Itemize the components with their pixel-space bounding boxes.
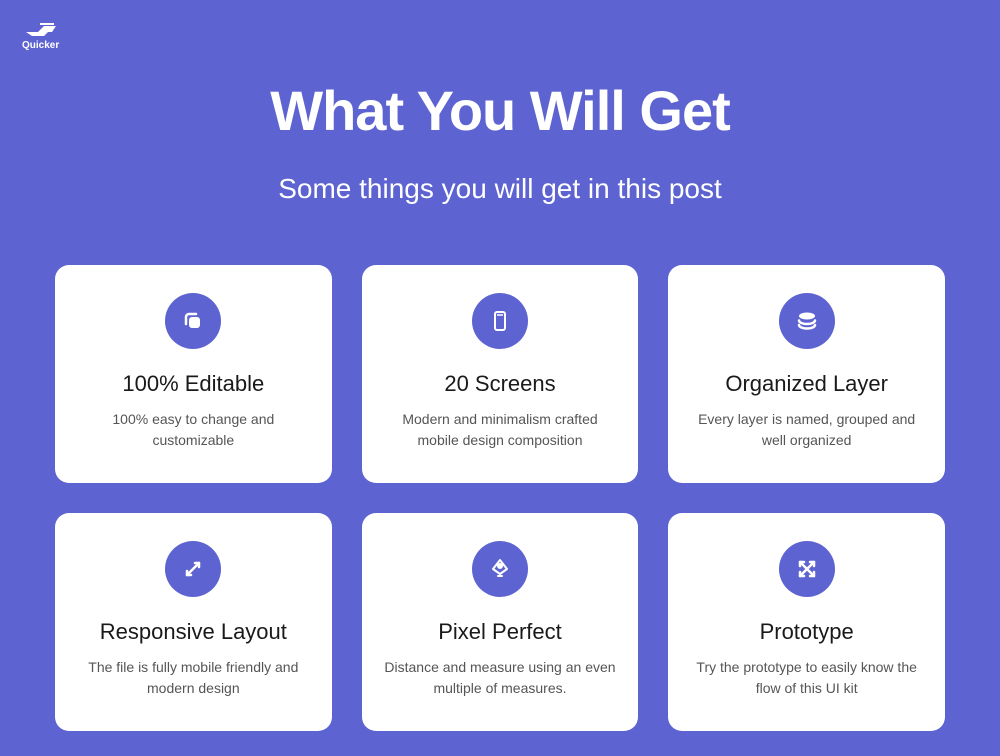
feature-card-organized: Organized Layer Every layer is named, gr…	[668, 265, 945, 483]
mobile-icon	[472, 293, 528, 349]
feature-title: 20 Screens	[384, 371, 617, 397]
pen-tool-icon	[472, 541, 528, 597]
feature-desc: Every layer is named, grouped and well o…	[690, 409, 923, 451]
feature-title: Prototype	[690, 619, 923, 645]
features-grid: 100% Editable 100% easy to change and cu…	[0, 205, 1000, 731]
feature-card-pixel: Pixel Perfect Distance and measure using…	[362, 513, 639, 731]
feature-title: Pixel Perfect	[384, 619, 617, 645]
arrows-diagonal-icon	[165, 541, 221, 597]
copy-icon	[165, 293, 221, 349]
feature-title: Responsive Layout	[77, 619, 310, 645]
feature-title: 100% Editable	[77, 371, 310, 397]
feature-card-screens: 20 Screens Modern and minimalism crafted…	[362, 265, 639, 483]
feature-desc: The file is fully mobile friendly and mo…	[77, 657, 310, 699]
brand-logo: Quicker	[22, 22, 59, 51]
expand-icon	[779, 541, 835, 597]
feature-desc: Modern and minimalism crafted mobile des…	[384, 409, 617, 451]
feature-desc: Distance and measure using an even multi…	[384, 657, 617, 699]
page-title: What You Will Get	[0, 78, 1000, 143]
feature-desc: Try the prototype to easily know the flo…	[690, 657, 923, 699]
feature-desc: 100% easy to change and customizable	[77, 409, 310, 451]
feature-card-prototype: Prototype Try the prototype to easily kn…	[668, 513, 945, 731]
feature-card-editable: 100% Editable 100% easy to change and cu…	[55, 265, 332, 483]
page-subtitle: Some things you will get in this post	[0, 173, 1000, 205]
feature-card-responsive: Responsive Layout The file is fully mobi…	[55, 513, 332, 731]
header: What You Will Get Some things you will g…	[0, 0, 1000, 205]
layers-icon	[779, 293, 835, 349]
feature-title: Organized Layer	[690, 371, 923, 397]
logo-icon	[24, 22, 58, 38]
brand-name: Quicker	[22, 40, 59, 51]
